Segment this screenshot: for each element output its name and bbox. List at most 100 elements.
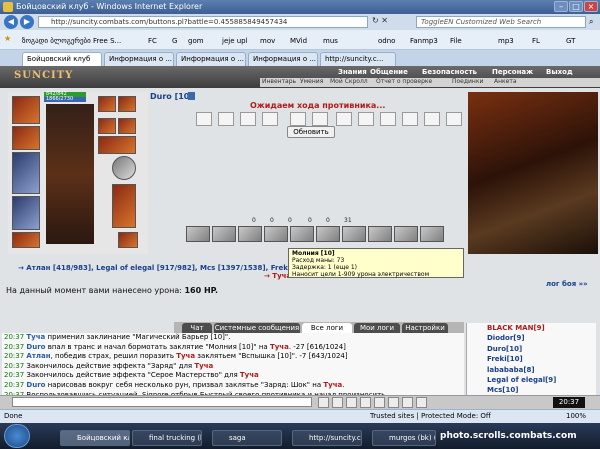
bookmark-2[interactable]: G [172, 37, 177, 45]
chat-filter-button[interactable] [346, 397, 357, 408]
chat-refresh-button[interactable] [416, 397, 427, 408]
taskbar-item-4[interactable]: murgos (bk) (.... [372, 430, 436, 446]
ability-slot-2[interactable] [212, 226, 236, 242]
attack-slot-8[interactable] [358, 112, 374, 126]
taskbar-item-0[interactable]: Бойцовский клу... [60, 430, 130, 446]
refresh-stop-icons[interactable]: ↻ ✕ [372, 16, 412, 28]
tab-3[interactable]: Информация о ... [248, 52, 318, 66]
chat-clear-button[interactable] [332, 397, 343, 408]
chat-smiles-button[interactable] [360, 397, 371, 408]
chat-player-name[interactable]: Туча [26, 333, 45, 341]
ring-slot-2[interactable] [118, 118, 136, 134]
menu-knowledge[interactable]: Знания [338, 68, 367, 76]
taskbar-item-3[interactable]: http://suncity.co... [292, 430, 362, 446]
necklace-slot[interactable] [12, 126, 40, 150]
attack-slot-3[interactable] [240, 112, 256, 126]
start-button[interactable] [4, 424, 30, 448]
ability-slot-4[interactable] [264, 226, 288, 242]
menu-character[interactable]: Персонаж [492, 68, 533, 76]
forward-button[interactable]: ▶ [20, 15, 34, 29]
tab-1[interactable]: Информация о ... [104, 52, 174, 66]
chat-player-name[interactable]: Duro [26, 381, 45, 389]
chat-player-name[interactable]: Duro [26, 343, 45, 351]
menu-exit[interactable]: Выход [546, 68, 573, 76]
bookmark-6[interactable]: MVid [290, 37, 307, 45]
player-list-item[interactable]: Mcs[10] [487, 385, 596, 395]
player-list-item[interactable]: Freki[10] [487, 354, 596, 364]
weapon-slot[interactable] [12, 152, 40, 194]
armor-slot[interactable] [12, 196, 40, 230]
player-list-item[interactable]: labababa[8] [487, 365, 596, 375]
chat-player-name[interactable]: Туча [240, 371, 259, 379]
submenu-scroll[interactable]: Мой Скролл [330, 78, 368, 85]
close-button[interactable]: × [584, 1, 598, 12]
bookmark-12[interactable]: FL [532, 37, 540, 45]
rune-slot-1[interactable] [98, 96, 116, 112]
ability-slot-9[interactable] [394, 226, 418, 242]
chat-tab-all-logs[interactable]: Все логи [302, 323, 352, 333]
battle-log-link[interactable]: лог боя »» [546, 280, 588, 288]
tab-4[interactable]: http://suncity.c... [320, 52, 396, 66]
ring-slot-1[interactable] [98, 118, 116, 134]
shield-slot[interactable] [112, 156, 136, 180]
chat-tab-system[interactable]: Системные сообщения [214, 323, 300, 333]
search-input[interactable]: ToggleEN Customized Web Search [416, 16, 586, 28]
rune-slot-2[interactable] [118, 96, 136, 112]
maximize-button[interactable]: □ [569, 1, 583, 12]
player-list-item[interactable]: Legal of elegal[9] [487, 375, 596, 385]
attack-slot-4[interactable] [262, 112, 278, 126]
attack-slot-5[interactable] [290, 112, 306, 126]
bookmark-5[interactable]: mov [260, 37, 275, 45]
submenu-inventory[interactable]: Инвентарь [262, 78, 296, 85]
bookmark-4[interactable]: jeje upl [222, 37, 248, 45]
attack-slot-2[interactable] [218, 112, 234, 126]
ability-slot-3[interactable] [238, 226, 262, 242]
menu-security[interactable]: Безопасность [422, 68, 477, 76]
player-list-item[interactable]: Duro[10] [487, 344, 596, 354]
bookmark-0[interactable]: ზოგადი ბლოგერები Free S... [22, 37, 121, 45]
favorites-star-icon[interactable]: ★ [4, 34, 11, 43]
player-list-item[interactable]: BLACK MAN[9] [487, 323, 596, 333]
taskbar-item-1[interactable]: final trucking (b... [132, 430, 202, 446]
chat-player-name[interactable]: Туча [194, 362, 213, 370]
submenu-fights[interactable]: Поединки [452, 78, 483, 85]
tab-2[interactable]: Информация о ... [176, 52, 246, 66]
search-icon[interactable]: ⌕ [589, 17, 593, 27]
info-icon[interactable] [188, 92, 195, 100]
chat-translit-button[interactable] [374, 397, 385, 408]
chat-player-name[interactable]: Туча [176, 352, 195, 360]
bookmark-13[interactable]: GT [566, 37, 575, 45]
refresh-button[interactable]: Обновить [287, 126, 335, 138]
bookmark-1[interactable]: FC [148, 37, 157, 45]
chat-scroll-button[interactable] [388, 397, 399, 408]
submenu-skills[interactable]: Умения [300, 78, 323, 85]
ability-slot-5[interactable] [290, 226, 314, 242]
submenu-report[interactable]: Отчет о проверке [376, 78, 432, 85]
ability-slot-1[interactable] [186, 226, 210, 242]
security-zone[interactable]: Trusted sites | Protected Mode: Off [370, 410, 491, 423]
chat-tab-settings[interactable]: Настройки [402, 323, 448, 333]
ability-slot-7[interactable] [342, 226, 366, 242]
attack-slot-10[interactable] [402, 112, 418, 126]
helmet-slot[interactable] [12, 96, 40, 124]
bookmark-11[interactable]: mp3 [498, 37, 514, 45]
ability-slot-8[interactable] [368, 226, 392, 242]
menu-communication[interactable]: Общение [370, 68, 408, 76]
chat-player-name[interactable]: Туча [270, 343, 289, 351]
ability-slot-6[interactable] [316, 226, 340, 242]
player-name[interactable]: Duro [10] [150, 92, 193, 101]
zoom-level[interactable]: 100% [566, 410, 586, 423]
chat-tab-my-logs[interactable]: Мои логи [354, 323, 400, 333]
minimize-button[interactable]: – [554, 1, 568, 12]
legs-slot[interactable] [112, 184, 136, 228]
player-list-item[interactable]: Diodor[9] [487, 333, 596, 343]
attack-slot-9[interactable] [380, 112, 396, 126]
attack-slot-7[interactable] [336, 112, 352, 126]
address-input[interactable]: http://suncity.combats.com/buttons.pl?ba… [38, 16, 368, 28]
attack-slot-12[interactable] [446, 112, 462, 126]
boots-slot[interactable] [118, 232, 138, 248]
ability-slot-10[interactable] [420, 226, 444, 242]
attack-slot-1[interactable] [196, 112, 212, 126]
bookmark-10[interactable]: File [450, 37, 462, 45]
attack-slot-11[interactable] [424, 112, 440, 126]
